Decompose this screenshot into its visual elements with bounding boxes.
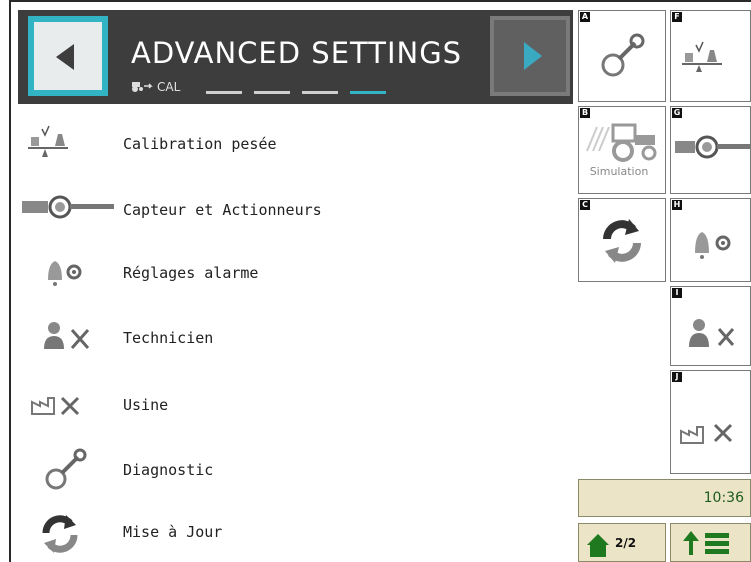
technician-icon	[689, 319, 735, 347]
next-button[interactable]	[490, 16, 570, 96]
tile-letter: F	[672, 12, 682, 22]
factory-tools-icon	[31, 396, 80, 416]
tile-diagnostic[interactable]: A	[578, 10, 666, 102]
tile-letter: G	[672, 108, 682, 118]
menu-item-calibration[interactable]: Calibration pesée	[18, 117, 573, 173]
page-subtitle: CAL	[131, 80, 180, 94]
menu-label: Technicien	[123, 329, 214, 347]
menu-item-alarm[interactable]: Réglages alarme	[18, 246, 573, 302]
tractor-icon	[132, 82, 153, 92]
sensor-icon	[675, 135, 751, 159]
wrench-icon	[601, 33, 645, 77]
alarm-gear-icon	[695, 232, 731, 259]
tile-technician[interactable]: I	[670, 286, 751, 366]
menu-label: Réglages alarme	[123, 264, 259, 282]
scale-icon	[682, 41, 722, 72]
scale-icon	[28, 125, 68, 157]
technician-icon	[44, 322, 90, 349]
menu-label: Capteur et Actionneurs	[123, 201, 322, 219]
tile-update[interactable]: C	[578, 198, 666, 282]
menu-item-factory[interactable]: Usine	[18, 378, 573, 434]
menu-label: Calibration pesée	[123, 135, 277, 153]
menu-item-sensor[interactable]: Capteur et Actionneurs	[18, 183, 573, 239]
menu-item-technician[interactable]: Technicien	[18, 311, 573, 367]
menu-label: Usine	[123, 396, 169, 414]
tile-letter: I	[672, 288, 682, 298]
tile-letter: H	[672, 200, 682, 210]
tile-simulation[interactable]: B Simulation	[578, 106, 666, 194]
arrow-right-icon	[524, 42, 542, 70]
subtitle-text: CAL	[157, 80, 181, 94]
menu-item-diagnostic[interactable]: Diagnostic	[18, 443, 573, 499]
page-dash	[302, 91, 338, 94]
wrench-icon	[45, 448, 87, 490]
page-title: ADVANCED SETTINGS	[131, 36, 463, 70]
tile-alarm[interactable]: H	[670, 198, 751, 282]
clock-time: 10:36	[703, 490, 744, 506]
tile-calibration[interactable]: F	[670, 10, 751, 102]
simulation-label: Simulation	[589, 165, 649, 178]
tile-letter: A	[580, 12, 590, 22]
page-dash-active	[350, 91, 386, 94]
menu-label: Diagnostic	[123, 461, 214, 479]
sensor-icon	[22, 195, 114, 219]
back-button[interactable]	[28, 16, 108, 96]
refresh-icon	[42, 515, 78, 553]
arrow-left-icon	[56, 44, 74, 70]
tile-letter: B	[580, 108, 590, 118]
header-bar: ADVANCED SETTINGS CAL	[18, 10, 573, 104]
tractor-icon	[586, 123, 657, 162]
navigation-button[interactable]	[670, 523, 751, 562]
refresh-icon	[603, 219, 641, 263]
tile-letter: J	[672, 372, 682, 382]
home-page-button[interactable]: 2/2	[578, 523, 666, 562]
page-indicator: 2/2	[615, 536, 637, 550]
tile-sensor[interactable]: G	[670, 106, 751, 194]
tile-letter: C	[580, 200, 590, 210]
page-dash	[206, 91, 242, 94]
clock-display: 10:36	[578, 479, 751, 517]
factory-tools-icon	[680, 423, 733, 444]
menu-label: Mise à Jour	[123, 523, 223, 541]
page-dash	[254, 91, 290, 94]
alarm-gear-icon	[48, 261, 82, 286]
menu-item-update[interactable]: Mise à Jour	[18, 505, 573, 561]
tile-factory[interactable]: J	[670, 370, 751, 474]
up-arrow-grid-icon	[683, 531, 729, 555]
home-icon	[587, 534, 609, 557]
